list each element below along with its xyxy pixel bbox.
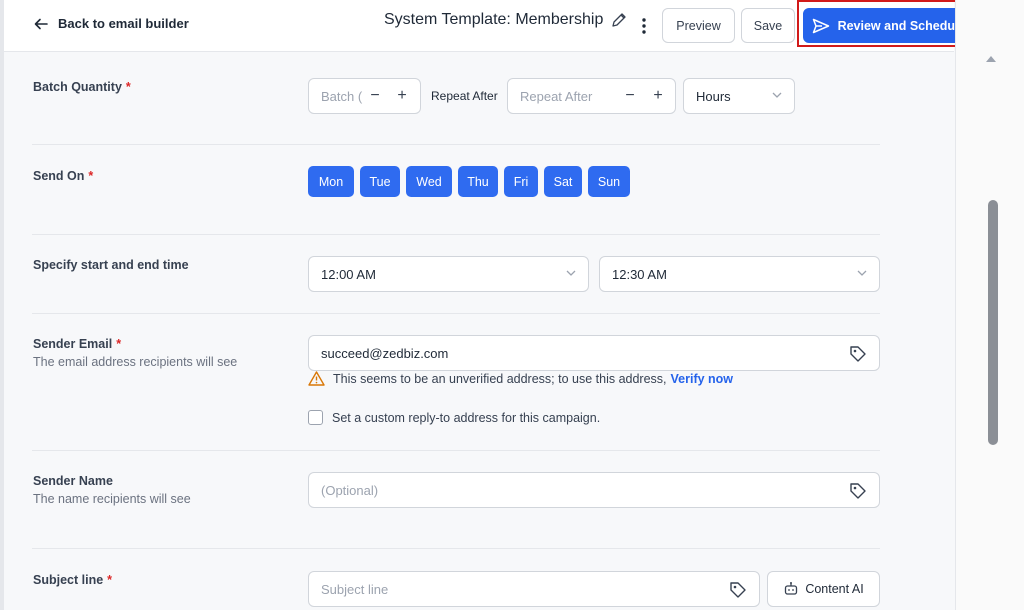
batch-quantity-input[interactable]: Batch ( — [321, 89, 362, 104]
day-toggle-fri[interactable]: Fri — [504, 166, 538, 197]
repeat-decrement-button[interactable]: − — [623, 87, 637, 105]
sender-email-value: succeed@zedbiz.com — [321, 345, 449, 361]
content-ai-label: Content AI — [805, 582, 864, 596]
tag-icon[interactable] — [729, 581, 747, 599]
sender-email-input[interactable]: succeed@zedbiz.com — [308, 335, 880, 371]
chevron-down-icon — [857, 270, 867, 276]
save-button[interactable]: Save — [741, 8, 795, 43]
batch-decrement-button[interactable]: − — [368, 87, 382, 105]
repeat-after-label: Repeat After — [431, 89, 498, 103]
verify-now-link[interactable]: Verify now — [671, 372, 734, 386]
day-toggle-sun[interactable]: Sun — [588, 166, 630, 197]
section-divider — [32, 313, 880, 314]
repeat-increment-button[interactable]: + — [651, 87, 665, 105]
chevron-down-icon — [566, 270, 576, 276]
end-time-select[interactable]: 12:30 AM — [599, 256, 880, 292]
day-toggle-sat[interactable]: Sat — [544, 166, 582, 197]
start-time-select[interactable]: 12:00 AM — [308, 256, 589, 292]
end-time-value: 12:30 AM — [612, 266, 667, 282]
start-time-value: 12:00 AM — [321, 266, 376, 282]
reply-to-option[interactable]: Set a custom reply-to address for this c… — [308, 410, 600, 425]
chevron-down-icon — [772, 92, 782, 98]
sender-name-input[interactable]: (Optional) — [308, 472, 880, 508]
robot-icon — [785, 582, 798, 595]
sender-email-description: The email address recipients will see — [33, 355, 238, 369]
repeat-after-input[interactable]: Repeat After — [520, 89, 592, 104]
scrollbar-thumb[interactable] — [988, 200, 998, 445]
day-toggle-wed[interactable]: Wed — [406, 166, 452, 197]
repeat-unit-value: Hours — [696, 88, 731, 104]
reply-to-checkbox[interactable] — [308, 410, 323, 425]
content-ai-button[interactable]: Content AI — [767, 571, 880, 607]
page-title: System Template: Membership — [384, 11, 627, 29]
send-on-label: Send On * — [33, 169, 94, 183]
annotation-highlight-box — [797, 0, 981, 47]
back-to-builder-link[interactable]: Back to email builder — [34, 16, 189, 31]
day-toggle-mon[interactable]: Mon — [308, 166, 354, 197]
preview-button[interactable]: Preview — [662, 8, 735, 43]
section-divider — [32, 144, 880, 145]
back-label: Back to email builder — [58, 16, 189, 31]
tag-icon[interactable] — [849, 345, 867, 363]
subject-line-placeholder: Subject line — [321, 581, 389, 597]
reply-to-label: Set a custom reply-to address for this c… — [332, 410, 601, 425]
sender-email-label: Sender Email * — [33, 337, 122, 351]
window-frame-left — [0, 0, 4, 610]
repeat-after-stepper[interactable]: Repeat After − + — [507, 78, 676, 114]
section-divider — [32, 548, 880, 549]
scroll-up-arrow-icon[interactable] — [986, 56, 996, 62]
warning-text: This seems to be an unverified address; … — [333, 371, 667, 386]
repeat-unit-select[interactable]: Hours — [683, 78, 795, 114]
batch-quantity-stepper[interactable]: Batch ( − + — [308, 78, 421, 114]
day-toggle-tue[interactable]: Tue — [360, 166, 400, 197]
section-divider — [32, 234, 880, 235]
section-divider — [32, 450, 880, 451]
batch-quantity-label: Batch Quantity * — [33, 80, 131, 94]
template-title: System Template: Membership — [384, 11, 604, 28]
batch-increment-button[interactable]: + — [395, 87, 409, 105]
subject-line-label: Subject line * — [33, 573, 113, 587]
sender-name-description: The name recipients will see — [33, 492, 191, 506]
more-vertical-icon[interactable] — [637, 16, 651, 36]
tag-icon[interactable] — [849, 482, 867, 500]
time-range-label: Specify start and end time — [33, 258, 189, 272]
pencil-icon[interactable] — [611, 12, 627, 28]
day-toggle-thu[interactable]: Thu — [458, 166, 498, 197]
sender-name-label: Sender Name — [33, 474, 113, 488]
unverified-warning: This seems to be an unverified address; … — [308, 371, 733, 386]
warning-triangle-icon — [308, 371, 325, 386]
arrow-left-icon — [34, 18, 48, 29]
sender-name-placeholder: (Optional) — [321, 482, 379, 498]
subject-line-input[interactable]: Subject line — [308, 571, 760, 607]
